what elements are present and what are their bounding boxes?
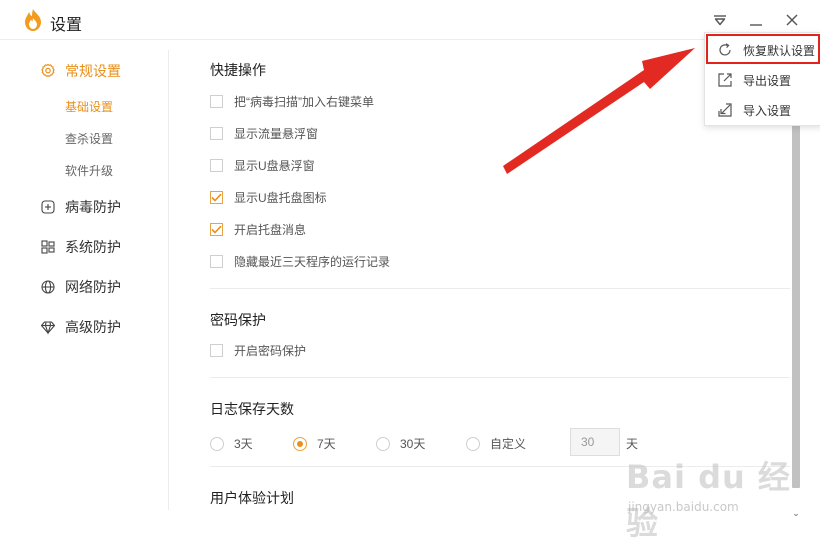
watermark-text: Bai du 经验 [626, 458, 791, 540]
sidebar-item-system-protection[interactable]: 系统防护 [40, 235, 121, 259]
section-title-quick-actions: 快捷操作 [210, 62, 266, 78]
app-logo-icon [25, 9, 41, 31]
option-enable-password[interactable]: 开启密码保护 [210, 342, 306, 358]
option-label: 开启托盘消息 [234, 222, 307, 237]
radio-button[interactable] [210, 436, 224, 451]
diamond-icon [40, 319, 56, 335]
option-add-to-context-menu[interactable]: 把“病毒扫描”加入右键菜单 [210, 93, 374, 109]
option-traffic-float-window[interactable]: 显示流量悬浮窗 [210, 125, 318, 141]
checkbox[interactable] [210, 126, 223, 140]
radio-button[interactable] [376, 436, 390, 451]
menu-item-label: 导出设置 [743, 73, 792, 88]
minimize-button[interactable] [744, 8, 768, 32]
window-title: 设置 [50, 17, 83, 34]
radio-label: 7天 [317, 437, 336, 451]
radio-button[interactable] [466, 436, 480, 451]
checkmark-icon [211, 225, 222, 234]
checkbox[interactable] [210, 158, 223, 172]
title-bar: 设置 [0, 0, 820, 40]
sidebar-item-general[interactable]: 常规设置 [40, 59, 121, 83]
radio-30-days[interactable]: 30天 [376, 435, 425, 452]
menu-item-export-settings[interactable]: 导出设置 [705, 65, 820, 95]
radio-label: 30天 [400, 437, 426, 451]
radio-label: 自定义 [490, 437, 527, 451]
watermark-url: jingyan.baidu.com [628, 500, 739, 514]
menu-item-label: 导入设置 [743, 103, 792, 118]
option-label: 把“病毒扫描”加入右键菜单 [234, 94, 374, 109]
gear-icon [40, 63, 56, 79]
close-icon [786, 14, 798, 26]
menu-item-import-settings[interactable]: 导入设置 [705, 95, 820, 125]
checkbox-checked[interactable] [210, 222, 223, 236]
option-hide-recent-runs[interactable]: 隐藏最近三天程序的运行记录 [210, 253, 390, 269]
globe-icon [40, 279, 56, 295]
option-label: 开启密码保护 [234, 343, 307, 358]
option-label: 隐藏最近三天程序的运行记录 [234, 254, 391, 269]
sidebar-item-label: 系统防护 [65, 239, 121, 255]
triangle-down-icon [714, 15, 726, 26]
checkbox-checked[interactable] [210, 190, 223, 204]
subitem-scan-settings[interactable]: 查杀设置 [65, 130, 113, 147]
sidebar-item-label: 病毒防护 [65, 199, 121, 215]
custom-days-input[interactable] [570, 428, 620, 456]
section-title-log-days: 日志保存天数 [210, 401, 294, 417]
radio-3-days[interactable]: 3天 [210, 435, 253, 452]
minimize-icon [750, 24, 762, 26]
import-icon [717, 102, 733, 118]
close-button[interactable] [780, 8, 804, 32]
subitem-software-upgrade[interactable]: 软件升级 [65, 162, 113, 179]
days-unit-label: 天 [626, 437, 639, 451]
sidebar-item-label: 高级防护 [65, 319, 121, 335]
section-divider [210, 377, 790, 378]
radio-button-selected[interactable] [293, 436, 307, 451]
option-label: 显示U盘悬浮窗 [234, 158, 315, 173]
highlight-box-restore-defaults [706, 34, 820, 64]
section-divider [210, 288, 790, 289]
checkmark-icon [211, 193, 222, 202]
windows-icon [40, 239, 56, 255]
radio-label: 3天 [234, 437, 253, 451]
export-icon [717, 72, 733, 88]
plus-square-icon [40, 199, 56, 215]
section-title-user-experience: 用户体验计划 [210, 490, 294, 506]
checkbox[interactable] [210, 94, 223, 108]
option-label: 显示U盘托盘图标 [234, 190, 327, 205]
checkbox[interactable] [210, 343, 223, 357]
sidebar-item-network-protection[interactable]: 网络防护 [40, 275, 121, 299]
sidebar-divider [168, 50, 169, 510]
option-usb-float-window[interactable]: 显示U盘悬浮窗 [210, 157, 315, 173]
checkbox[interactable] [210, 254, 223, 268]
watermark: Bai du 经验 jingyan.baidu.com [626, 452, 806, 540]
sidebar-item-label: 网络防护 [65, 279, 121, 295]
radio-custom-days[interactable]: 自定义 [466, 435, 526, 452]
scrollbar-thumb[interactable] [792, 120, 800, 488]
option-label: 显示流量悬浮窗 [234, 126, 319, 141]
option-tray-messages[interactable]: 开启托盘消息 [210, 221, 306, 237]
menu-button[interactable] [708, 8, 732, 32]
section-title-password: 密码保护 [210, 312, 266, 328]
subitem-basic-settings[interactable]: 基础设置 [65, 98, 113, 115]
option-usb-tray-icon[interactable]: 显示U盘托盘图标 [210, 189, 327, 205]
radio-7-days[interactable]: 7天 [293, 435, 336, 452]
sidebar-item-virus-protection[interactable]: 病毒防护 [40, 195, 121, 219]
sidebar-item-advanced-protection[interactable]: 高级防护 [40, 315, 121, 339]
sidebar-item-label: 常规设置 [65, 63, 121, 79]
sidebar: 常规设置 基础设置 查杀设置 软件升级 病毒防护 系统防护 网络防护 高级防护 [0, 40, 170, 540]
